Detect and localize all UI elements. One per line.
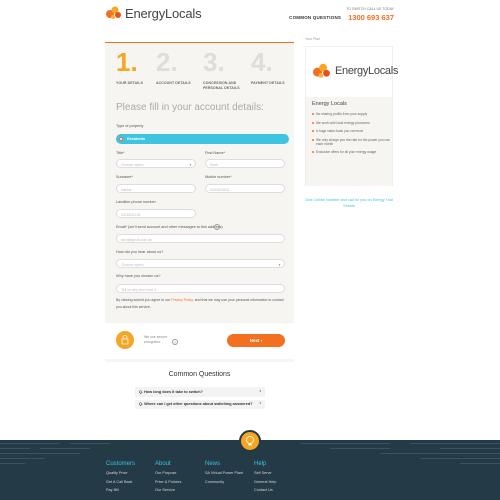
hear-about-select[interactable]: Choose option ▼: [116, 259, 285, 268]
footer-col-help: Help Self Serve General Help Contact Us: [254, 461, 276, 497]
phone-caption: TO SWITCH CALL US TODAY: [346, 7, 394, 11]
footer-link[interactable]: Self Serve: [254, 471, 276, 475]
signup-form-panel: 1. YOUR DETAILS 2. ACCOUNT DETAILS 3. CO…: [105, 42, 294, 362]
footer-col-title: Help: [254, 461, 267, 467]
common-questions-link[interactable]: COMMON QUESTIONS: [289, 15, 341, 20]
step-3: 3. CONCESSION AND PERSONAL DETAILS: [203, 49, 247, 90]
title-label: Title*: [116, 151, 125, 155]
step-number: 3.: [203, 47, 225, 77]
chevron-right-icon: ›: [259, 388, 261, 395]
list-item: No sharing profits from your supply: [312, 112, 390, 116]
lightbulb-icon: [239, 430, 261, 452]
chevron-down-icon: ▼: [278, 263, 281, 267]
title-select-value: Choose option: [121, 162, 144, 167]
consent-pre: By clicking submit you agree to our: [116, 298, 172, 302]
step-number: 4.: [251, 47, 273, 77]
logo-text: EnergyLocals: [125, 5, 202, 21]
mobile-input[interactable]: 0434523501: [205, 184, 285, 193]
list-item: Exclusive offers for all your energy usa…: [312, 150, 390, 154]
footer-link[interactable]: General Help: [254, 480, 276, 484]
footer-col-title: About: [155, 461, 171, 467]
footer-col-title: News: [205, 461, 221, 467]
secure-text: We use secure encryption.: [144, 335, 168, 344]
lock-icon: [116, 331, 134, 349]
chevron-down-icon: ▼: [189, 163, 192, 167]
footer-link[interactable]: Community: [205, 480, 245, 484]
faq-question: Q. How long does it take to switch?: [139, 389, 203, 394]
privacy-policy-link[interactable]: Privacy Policy: [171, 298, 193, 302]
landline-input[interactable]: 0416531234: [116, 209, 196, 218]
list-item: A huge value-back you can trust: [312, 129, 390, 133]
step-4: 4. PAYMENT DETAILS: [251, 49, 291, 86]
consent-text: By clicking submit you agree to our Priv…: [116, 297, 286, 311]
benefits-list: No sharing profits from your supply We w…: [312, 112, 390, 159]
page: EnergyLocals TO SWITCH CALL US TODAY COM…: [0, 0, 500, 500]
sidebar-logo: EnergyLocals: [311, 62, 398, 80]
email-label: Email* (we'll send account and other mes…: [116, 225, 223, 229]
info-icon[interactable]: i: [214, 224, 220, 230]
footer-col-title: Customers: [106, 461, 136, 467]
footer-link[interactable]: SA Virtual Power Plant: [205, 471, 245, 475]
chevron-right-icon: ›: [259, 401, 261, 408]
faq-list: Q. How long does it take to switch? › Q.…: [135, 387, 265, 412]
why-input[interactable]: Tell us why don't feel it...: [116, 284, 285, 293]
step-label: ACCOUNT DETAILS: [156, 81, 191, 85]
site-logo[interactable]: EnergyLocals: [105, 5, 202, 21]
why-label: Why have you chosen us?: [116, 274, 161, 278]
step-2: 2. ACCOUNT DETAILS: [156, 49, 206, 86]
mobile-label: Mobile number*: [205, 175, 232, 179]
first-name-input[interactable]: Rach: [205, 159, 285, 168]
landline-label: Landline phone number: [116, 200, 156, 204]
first-name-label: First Name*: [205, 151, 226, 155]
property-type-label: Type of property: [116, 124, 144, 128]
footer-col-about: About Our Purpose Price & Policies Our S…: [155, 461, 181, 497]
step-label: PAYMENT DETAILS: [251, 81, 285, 85]
hear-about-value: Choose option: [121, 262, 144, 267]
sidebar-help-link[interactable]: Give Online Number and call for you on E…: [305, 197, 393, 209]
step-label: CONCESSION AND PERSONAL DETAILS: [203, 81, 240, 90]
footer-col-customers: Customers Quality Price Get A Call Back …: [106, 461, 135, 497]
title-select[interactable]: Choose option ▼: [116, 159, 196, 168]
list-item: We work with local energy producers: [312, 121, 390, 125]
footer-link[interactable]: Get A Call Back: [106, 480, 135, 484]
hear-about-label: How did you hear about us?: [116, 250, 164, 254]
breadcrumb[interactable]: Your Plan: [305, 37, 320, 41]
next-button[interactable]: Next ›: [227, 334, 285, 347]
property-type-value: Residents: [127, 136, 146, 141]
footer-link[interactable]: Price & Policies: [155, 480, 181, 484]
progress-steps: 1. YOUR DETAILS 2. ACCOUNT DETAILS 3. CO…: [105, 49, 294, 93]
surname-input[interactable]: Harber: [116, 184, 196, 193]
email-input[interactable]: rach@gmail.com.au: [116, 234, 285, 243]
energylocals-logo-icon: [313, 63, 330, 78]
sidebar-title: Energy Locals: [312, 101, 347, 107]
common-questions-title: Common Questions: [168, 371, 231, 378]
radio-selected-icon: [119, 137, 123, 141]
site-header: EnergyLocals TO SWITCH CALL US TODAY COM…: [0, 0, 500, 30]
phone-number[interactable]: 1300 693 637: [348, 13, 394, 22]
step-number: 2.: [156, 47, 178, 77]
help-circle-icon[interactable]: ?: [172, 339, 178, 345]
form-heading: Please fill in your account details:: [116, 102, 264, 113]
list-item: We only charge you the rate for the powe…: [312, 138, 390, 146]
faq-item[interactable]: Q. How long does it take to switch? ›: [135, 387, 265, 397]
footer-col-news: News SA Virtual Power Plant Community: [205, 461, 245, 488]
surname-label: Surname*: [116, 175, 133, 179]
faq-item[interactable]: Q. Where can I get other questions about…: [135, 399, 265, 410]
energylocals-logo-icon: [106, 6, 121, 19]
footer-link[interactable]: Contact Us: [254, 488, 276, 492]
sidebar-logo-text: EnergyLocals: [335, 65, 399, 77]
faq-question: Q. Where can I get other questions about…: [139, 402, 253, 407]
footer-link[interactable]: Pay Bill: [106, 488, 135, 492]
footer-link[interactable]: Our Purpose: [155, 471, 181, 475]
footer-link[interactable]: Our Service: [155, 488, 181, 492]
property-type-radio[interactable]: Residents: [116, 134, 289, 144]
header-contact: TO SWITCH CALL US TODAY COMMON QUESTIONS…: [289, 7, 394, 22]
footer-link[interactable]: Quality Price: [106, 471, 135, 475]
